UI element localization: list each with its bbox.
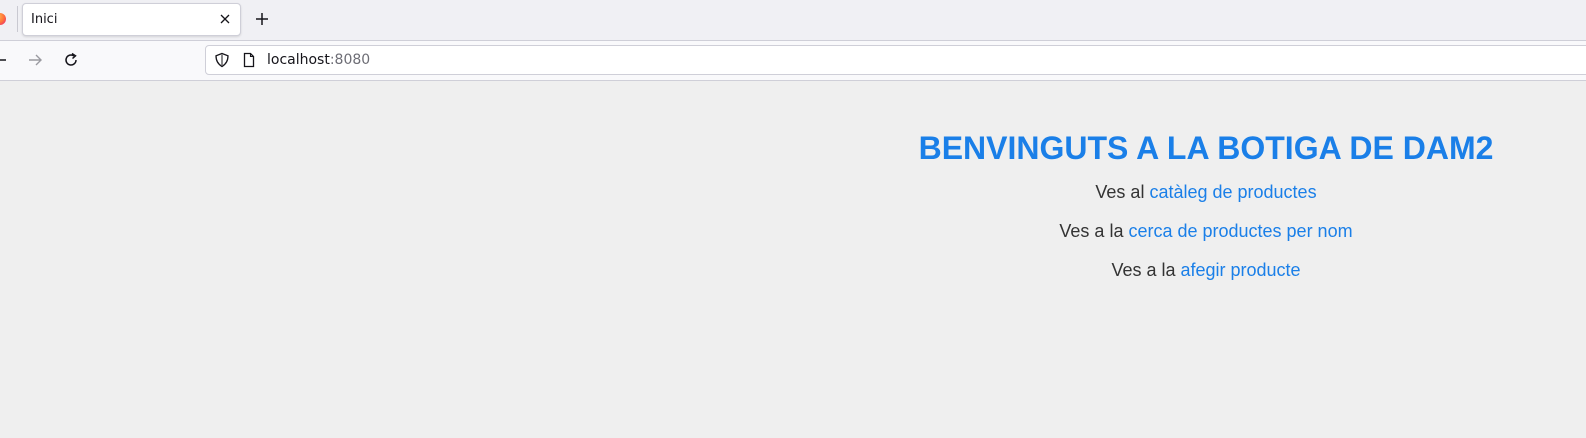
search-line: Ves a la cerca de productes per nom [912,220,1500,242]
add-product-link[interactable]: afegir producte [1180,260,1300,280]
browser-chrome: Inici localhost:8080 [0,0,1586,81]
reload-icon[interactable] [62,51,80,69]
url-bar[interactable]: localhost:8080 [205,45,1586,75]
tab-title: Inici [31,12,58,27]
page-title: BENVINGUTS A LA BOTIGA DE DAM2 [918,130,1494,166]
page-content: BENVINGUTS A LA BOTIGA DE DAM2 Ves al ca… [0,81,1586,438]
navigation-bar: localhost:8080 [0,41,1586,81]
forward-arrow-icon[interactable] [26,51,44,69]
shield-icon[interactable] [214,52,230,68]
add-product-line: Ves a la afegir producte [912,259,1500,281]
url-port: :8080 [329,52,371,68]
url-host: localhost [267,52,330,68]
url-text[interactable]: localhost:8080 [267,52,370,68]
catalog-link[interactable]: catàleg de productes [1149,182,1316,202]
page-icon [243,52,255,68]
firefox-logo-icon[interactable] [0,13,6,25]
tab-inici[interactable]: Inici [22,3,241,36]
plus-icon[interactable] [253,10,271,28]
line-prefix: Ves a la [1111,260,1181,280]
close-icon[interactable] [217,11,233,27]
line-prefix: Ves al [1095,182,1150,202]
tab-separator [17,6,18,32]
search-by-name-link[interactable]: cerca de productes per nom [1128,221,1352,241]
tab-strip: Inici [0,0,1586,41]
line-prefix: Ves a la [1059,221,1129,241]
catalog-line: Ves al catàleg de productes [912,181,1500,203]
main-section: BENVINGUTS A LA BOTIGA DE DAM2 Ves al ca… [912,81,1500,281]
back-arrow-icon[interactable] [0,51,12,69]
